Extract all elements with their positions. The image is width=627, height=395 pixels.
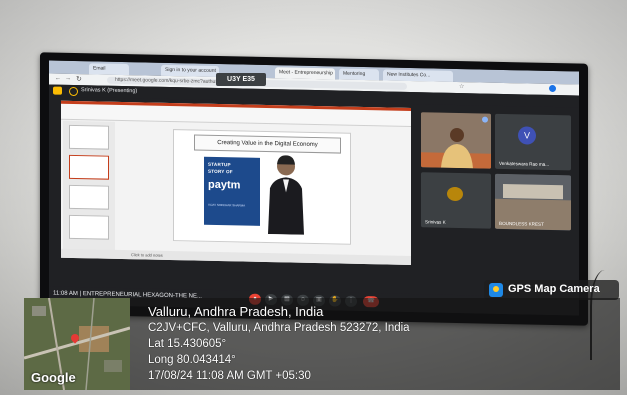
reload-icon[interactable]: ↻ [76, 75, 82, 83]
profile-avatar[interactable] [549, 84, 556, 93]
participant-name: BOUNDLESS KREST [499, 220, 544, 227]
tv-screen: Email Sign in to your account Meet - Ent… [49, 60, 579, 316]
participant-video [421, 112, 491, 169]
meeting-time: 11:08 AM [53, 290, 78, 298]
participant-tile[interactable]: V Venkateswara Rao ma... [495, 113, 571, 171]
paytm-poster: STARTUP STORY OF paytm VIJAY SHEKHAR SHA… [204, 156, 260, 226]
browser-tab[interactable]: Mentoring [339, 68, 379, 81]
participant-tile[interactable]: Srinivas K [421, 172, 491, 229]
gps-longitude: Long 80.043414° [148, 354, 236, 366]
gps-address: C2JV+CFC, Valluru, Andhra Pradesh 523272… [148, 322, 410, 334]
photo-scene: Email Sign in to your account Meet - Ent… [0, 0, 627, 395]
url-text: https://meet.google.com/kqu-srbe-zmc?aut… [115, 76, 228, 86]
gps-app-name: GPS Map Camera [508, 283, 600, 295]
star-icon[interactable]: ☆ [459, 83, 464, 90]
tab-label: New Institutes Co... [387, 71, 431, 79]
back-icon[interactable]: ← [55, 76, 61, 82]
gps-datetime: 17/08/24 11:08 AM GMT +05:30 [148, 370, 311, 382]
gps-app-icon [489, 283, 503, 297]
tab-label: Sign in to your account [165, 66, 216, 74]
presenter-icon [69, 86, 78, 97]
slide-thumbnail-selected[interactable] [69, 154, 109, 180]
participant-avatar: V [518, 126, 536, 145]
gps-latitude: Lat 15.430605° [148, 338, 227, 350]
gps-camera-badge: GPS Map Camera [484, 280, 619, 300]
slide-thumbnail[interactable] [69, 124, 109, 150]
poster-line-1: STARTUP [208, 161, 231, 168]
participant-avatar [447, 186, 463, 202]
tab-label: Email [93, 65, 106, 72]
presenting-label: Srinivas K (Presenting) [81, 87, 138, 95]
current-slide: Creating Value in the Digital Economy ST… [173, 129, 351, 245]
speaker-photo [268, 155, 304, 235]
gps-place: Valluru, Andhra Pradesh, India [148, 304, 324, 319]
slide-thumbnail[interactable] [69, 184, 109, 210]
browser-tab[interactable]: Email [89, 63, 129, 76]
meet-logo-icon [53, 86, 62, 95]
location-map: Google [24, 298, 130, 390]
overlay-badge: U3Y E35 [216, 73, 266, 86]
powerpoint-window: Creating Value in the Digital Economy ST… [61, 100, 411, 266]
forward-icon[interactable]: → [65, 76, 71, 82]
poster-line-2: STORY OF [208, 168, 233, 175]
map-provider-logo: Google [31, 370, 76, 385]
slide-thumbnails [63, 120, 115, 252]
paytm-brand: paytm [208, 178, 241, 192]
ppt-status-bar: Click to add notes [61, 248, 411, 266]
tab-label: Mentoring [343, 70, 366, 78]
participant-tile[interactable] [421, 112, 491, 169]
participant-tile[interactable]: BOUNDLESS KREST [495, 173, 571, 231]
tab-label: Meet - Entrepreneurship [279, 69, 333, 77]
slide-title: Creating Value in the Digital Economy [194, 134, 341, 154]
participant-name: Venkateswara Rao ma... [499, 160, 550, 167]
participant-name: Srinivas K [425, 219, 446, 225]
poster-subtitle: VIJAY SHEKHAR SHARMA [208, 202, 246, 208]
speaking-icon [482, 116, 488, 123]
notes-placeholder[interactable]: Click to add notes [131, 252, 163, 258]
slide-thumbnail[interactable] [69, 214, 109, 240]
